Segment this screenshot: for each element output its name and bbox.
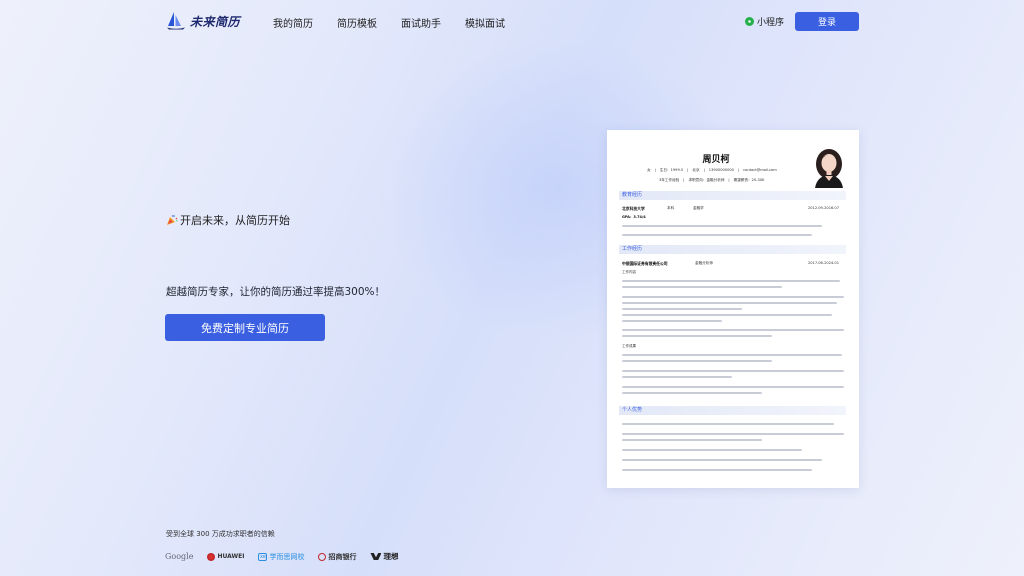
work-text-line xyxy=(622,280,840,283)
party-popper-icon xyxy=(167,214,178,225)
sailboat-logo-icon xyxy=(167,12,185,30)
work-text-line xyxy=(622,386,844,389)
work-text-line xyxy=(622,314,832,317)
strength-text-line xyxy=(622,433,844,436)
work-text-line xyxy=(622,320,722,323)
logo[interactable]: 未来简历 xyxy=(166,11,240,31)
section-education: 教育经历 xyxy=(619,191,846,200)
work-text-line xyxy=(622,376,732,379)
edu-text-line xyxy=(622,225,822,228)
work-text-line xyxy=(622,354,842,357)
lixiang-logo-icon xyxy=(370,553,382,560)
avatar-portrait-icon xyxy=(815,149,843,188)
hero-headline: 超越简历专家，让你的简历通过率提高300%！ xyxy=(166,286,386,298)
strength-text-line xyxy=(622,469,812,472)
work-text-line xyxy=(622,360,772,363)
mini-program-link[interactable]: 小程序 xyxy=(745,15,784,28)
edu-text-line xyxy=(622,234,812,237)
resume-avatar xyxy=(811,146,847,188)
brand-cmb: 招商银行 xyxy=(318,552,356,562)
brand-logos: Google HUAWEI xe 学而思网校 招商银行 理想 xyxy=(165,551,398,562)
nav-my-resume[interactable]: 我的简历 xyxy=(273,15,313,30)
resume-preview-card: 周贝柯 女 | 生日：1999.5 | 北京 | 13900000000 | conta… xyxy=(607,130,859,488)
brand-lixiang: 理想 xyxy=(370,551,398,562)
work-text-line xyxy=(622,370,844,373)
main-nav: 我的简历 简历模板 面试助手 模拟面试 xyxy=(273,15,505,30)
brand-google: Google xyxy=(165,552,194,561)
nav-mock-interview[interactable]: 模拟面试 xyxy=(465,15,505,30)
create-resume-button[interactable]: 免费定制专业简历 xyxy=(165,314,325,341)
section-strength: 个人优势 xyxy=(619,406,846,415)
resume-name: 周贝柯 xyxy=(702,155,730,165)
work-text-line xyxy=(622,329,844,332)
work-period: 2017.06-2024.01 xyxy=(807,261,839,265)
work-company: 中银国际证券有限责任公司 xyxy=(622,261,668,266)
wechat-mini-program-icon xyxy=(745,17,754,26)
strength-text-line xyxy=(622,423,834,426)
section-work: 工作经历 xyxy=(619,245,846,254)
xueersi-logo-icon: xe xyxy=(258,552,268,561)
trust-text: 受到全球 300 万成功求职者的信赖 xyxy=(166,530,275,538)
strength-text-line xyxy=(622,449,802,452)
strength-text-line xyxy=(622,459,822,462)
hero-tagline: 开启未来，从简历开始 xyxy=(166,212,290,228)
logo-text: 未来简历 xyxy=(190,14,241,29)
cmb-logo-icon xyxy=(318,552,327,561)
edu-degree: 本科 xyxy=(667,206,675,210)
work-text-line xyxy=(622,308,742,311)
mini-program-label: 小程序 xyxy=(757,18,785,28)
work-text-line xyxy=(622,296,844,299)
work-text-line xyxy=(622,392,762,395)
nav-interview-assistant[interactable]: 面试助手 xyxy=(401,15,441,30)
tagline-text: 开启未来，从简历开始 xyxy=(180,214,290,227)
work-content-label: 工作内容 xyxy=(622,270,636,274)
nav-resume-templates[interactable]: 简历模板 xyxy=(337,15,377,30)
brand-xueersi: xe 学而思网校 xyxy=(258,552,305,561)
strength-text-line xyxy=(622,439,762,442)
top-navbar: 未来简历 我的简历 简历模板 面试助手 模拟面试 小程序 登录 xyxy=(0,0,1024,42)
edu-period: 2012.09-2016.07 xyxy=(807,206,839,210)
work-role: 金融分析师 xyxy=(695,261,713,265)
work-text-line xyxy=(622,335,772,338)
work-text-line xyxy=(622,286,782,289)
work-text-line xyxy=(622,302,837,305)
brand-huawei: HUAWEI xyxy=(207,552,244,561)
login-button[interactable]: 登录 xyxy=(795,12,859,31)
edu-school: 北京科技大学 xyxy=(622,206,645,211)
resume-job-info: 3年工作经验 | 求职意向：金融分析师 | 期望薪资：20-30K xyxy=(659,178,765,182)
edu-major: 金融学 xyxy=(693,206,704,210)
huawei-logo-icon xyxy=(207,552,216,561)
work-result-label: 工作成果 xyxy=(622,344,636,348)
edu-gpa: GPA：3.74/4 xyxy=(622,215,646,219)
resume-basic-info: 女 | 生日：1999.5 | 北京 | 13900000000 | contact@m… xyxy=(647,168,777,172)
